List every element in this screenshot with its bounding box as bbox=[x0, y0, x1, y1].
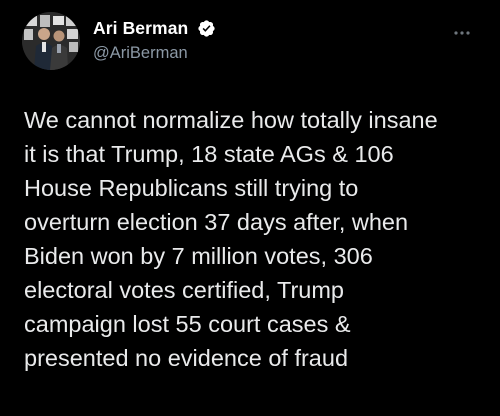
more-options-button[interactable] bbox=[446, 22, 478, 44]
tweet-text-line: presented no evidence of fraud bbox=[24, 345, 349, 371]
tweet-text-line: Biden won by 7 million votes, 306 bbox=[24, 243, 373, 269]
author-display-name[interactable]: Ari Berman bbox=[93, 17, 188, 39]
tweet-card: Ari Berman @AriBerman We cannot normaliz… bbox=[0, 0, 500, 416]
tweet-text-line: House Republicans still trying to bbox=[24, 175, 359, 201]
more-horizontal-icon bbox=[454, 31, 470, 35]
author-avatar[interactable] bbox=[22, 12, 80, 70]
tweet-text: We cannot normalize how totally insane i… bbox=[24, 103, 484, 375]
tweet-text-line: overturn election 37 days after, when bbox=[24, 209, 409, 235]
author-handle[interactable]: @AriBerman bbox=[93, 43, 188, 63]
tweet-text-line: electoral votes certified, Trump bbox=[24, 277, 344, 303]
tweet-text-line: We cannot normalize how totally insane bbox=[24, 107, 438, 133]
tweet-text-line: campaign lost 55 court cases & bbox=[24, 311, 351, 337]
verified-badge-icon bbox=[198, 20, 215, 37]
avatar-photo-icon bbox=[22, 12, 80, 70]
tweet-text-line: it is that Trump, 18 state AGs & 106 bbox=[24, 141, 394, 167]
